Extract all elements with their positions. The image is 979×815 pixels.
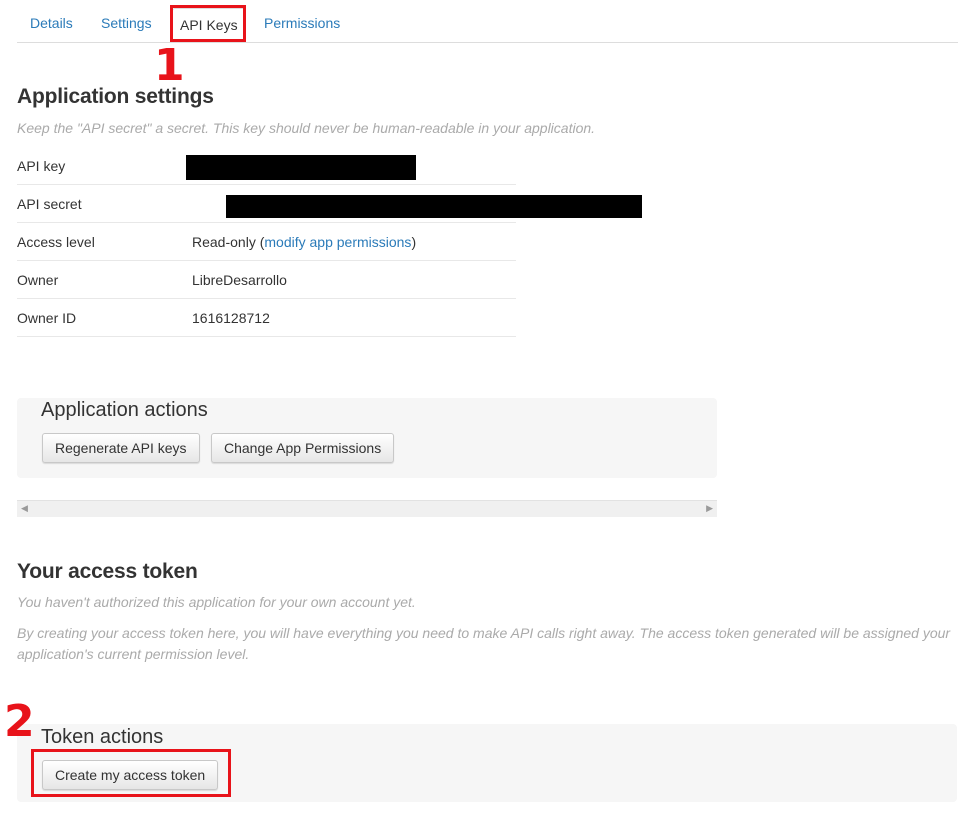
modify-app-permissions-link[interactable]: modify app permissions: [264, 234, 411, 250]
owner-id-label: Owner ID: [17, 310, 77, 326]
access-token-hint: You haven't authorized this application …: [17, 594, 416, 610]
owner-id-value: 1616128712: [192, 310, 270, 326]
tab-settings[interactable]: Settings: [101, 4, 152, 42]
api-secret-redacted: [226, 195, 642, 218]
change-app-permissions-button[interactable]: Change App Permissions: [211, 433, 395, 463]
regenerate-api-keys-button[interactable]: Regenerate API keys: [42, 433, 200, 463]
application-actions-panel: Application actions Regenerate API keys …: [17, 398, 717, 478]
application-actions-heading: Application actions: [41, 399, 208, 421]
application-settings-heading: Application settings: [17, 85, 214, 108]
token-actions-panel: Token actions Create my access token: [17, 724, 957, 802]
token-actions-heading: Token actions: [41, 726, 164, 748]
api-key-redacted: [186, 155, 416, 180]
annotation-number-2: 2: [4, 696, 35, 747]
annotation-number-1: 1: [154, 40, 185, 91]
access-level-label: Access level: [17, 234, 95, 250]
owner-label: Owner: [17, 272, 59, 288]
owner-value: LibreDesarrollo: [192, 272, 287, 288]
tab-api-keys[interactable]: API Keys: [172, 8, 246, 41]
horizontal-scrollbar[interactable]: ◀ ▶: [17, 500, 717, 517]
access-level-text: Read-only (: [192, 234, 265, 250]
api-secret-hint: Keep the "API secret" a secret. This key…: [17, 120, 596, 136]
access-token-description: By creating your access token here, you …: [17, 625, 951, 662]
scroll-right-arrow-icon[interactable]: ▶: [706, 503, 713, 514]
access-level-value: Read-only (modify app permissions): [192, 234, 416, 250]
create-access-token-button[interactable]: Create my access token: [42, 760, 219, 790]
owner-id-row: Owner ID 1616128712: [17, 300, 516, 337]
api-secret-label: API secret: [17, 196, 82, 212]
access-level-row: Access level Read-only (modify app permi…: [17, 224, 516, 261]
scroll-left-arrow-icon[interactable]: ◀: [21, 503, 28, 514]
api-key-label: API key: [17, 158, 66, 174]
access-level-close-paren: ): [411, 234, 417, 250]
tab-details[interactable]: Details: [30, 4, 73, 42]
access-token-heading: Your access token: [17, 560, 198, 583]
owner-row: Owner LibreDesarrollo: [17, 262, 516, 299]
tab-bar: Details Settings API Keys Permissions: [17, 4, 958, 43]
tab-permissions[interactable]: Permissions: [264, 4, 340, 42]
